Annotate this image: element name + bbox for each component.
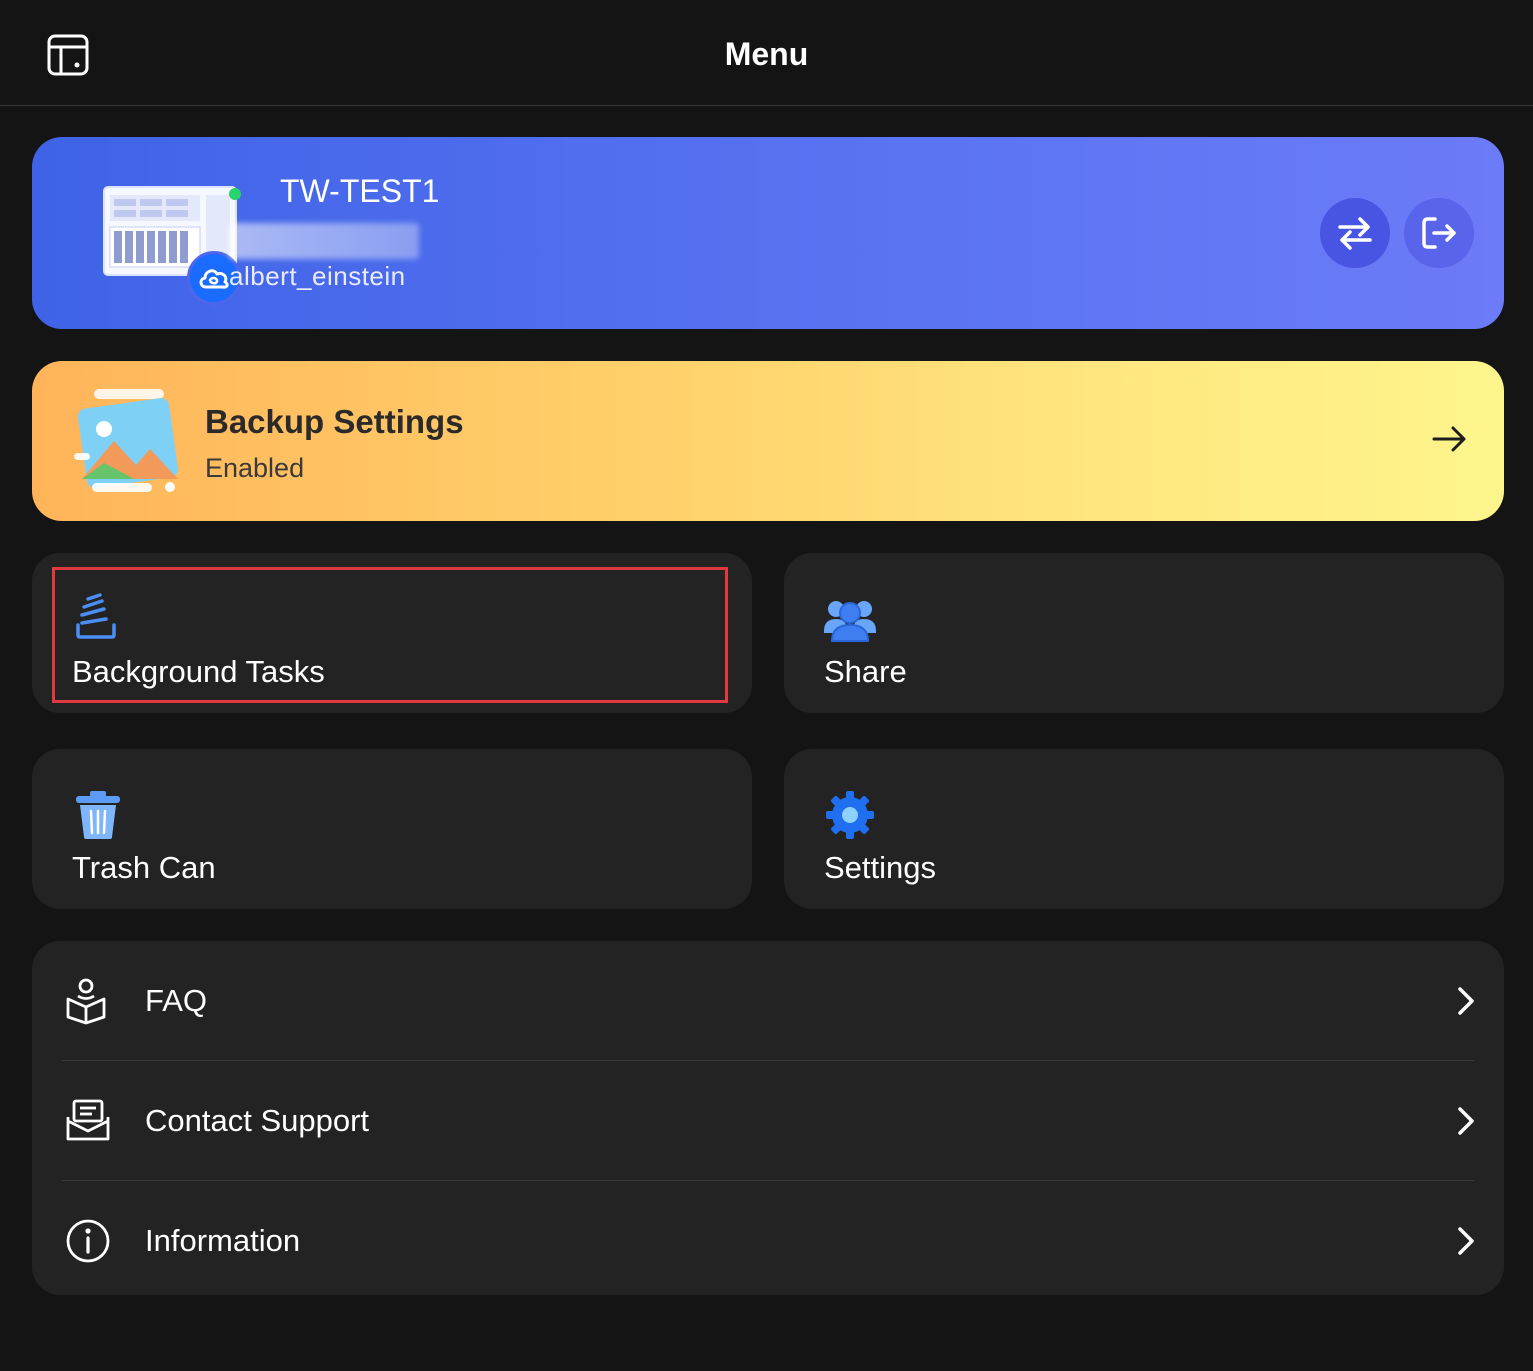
switch-device-button[interactable] [1320,198,1390,268]
backup-settings-card[interactable]: Backup Settings Enabled [32,361,1504,521]
help-list: FAQ Contact Support Information [32,941,1504,1295]
faq-book-icon [64,977,112,1025]
device-username: albert_einstein [229,261,406,291]
list-item-faq[interactable]: FAQ [32,941,1504,1061]
arrow-right-icon [1432,424,1468,454]
online-status-dot [229,188,241,200]
switch-arrows-icon [1338,217,1372,250]
trash-can-label: Trash Can [72,850,216,885]
top-bar: Menu [0,0,1533,106]
share-tile[interactable]: Share [784,553,1504,713]
device-name: TW-TEST1 [280,173,440,209]
share-label: Share [824,654,907,689]
trash-can-tile[interactable]: Trash Can [32,749,752,909]
chevron-right-icon [1456,1106,1476,1136]
info-icon [64,1217,112,1265]
gear-icon [824,789,876,841]
trash-icon [72,789,124,841]
background-tasks-icon [72,593,124,645]
backup-status: Enabled [205,453,305,483]
background-tasks-tile[interactable]: Background Tasks [32,553,752,713]
backup-settings-title: Backup Settings [205,403,464,440]
logout-button[interactable] [1404,198,1474,268]
device-ip-redacted [229,223,419,259]
list-item-information[interactable]: Information [32,1181,1504,1301]
photo-backup-icon [74,383,186,499]
settings-label: Settings [824,850,937,885]
chevron-right-icon [1456,986,1476,1016]
logout-icon [1422,217,1456,249]
information-label: Information [145,1223,301,1258]
background-tasks-label: Background Tasks [72,654,325,689]
settings-tile[interactable]: Settings [784,749,1504,909]
faq-label: FAQ [145,983,208,1018]
chevron-right-icon [1456,1226,1476,1256]
page-title: Menu [724,36,809,72]
share-users-icon [824,593,876,645]
device-card: TW-TEST1 albert_einstein [32,137,1504,329]
contact-support-label: Contact Support [145,1103,370,1138]
contact-support-icon [64,1097,112,1145]
list-item-contact-support[interactable]: Contact Support [32,1061,1504,1181]
